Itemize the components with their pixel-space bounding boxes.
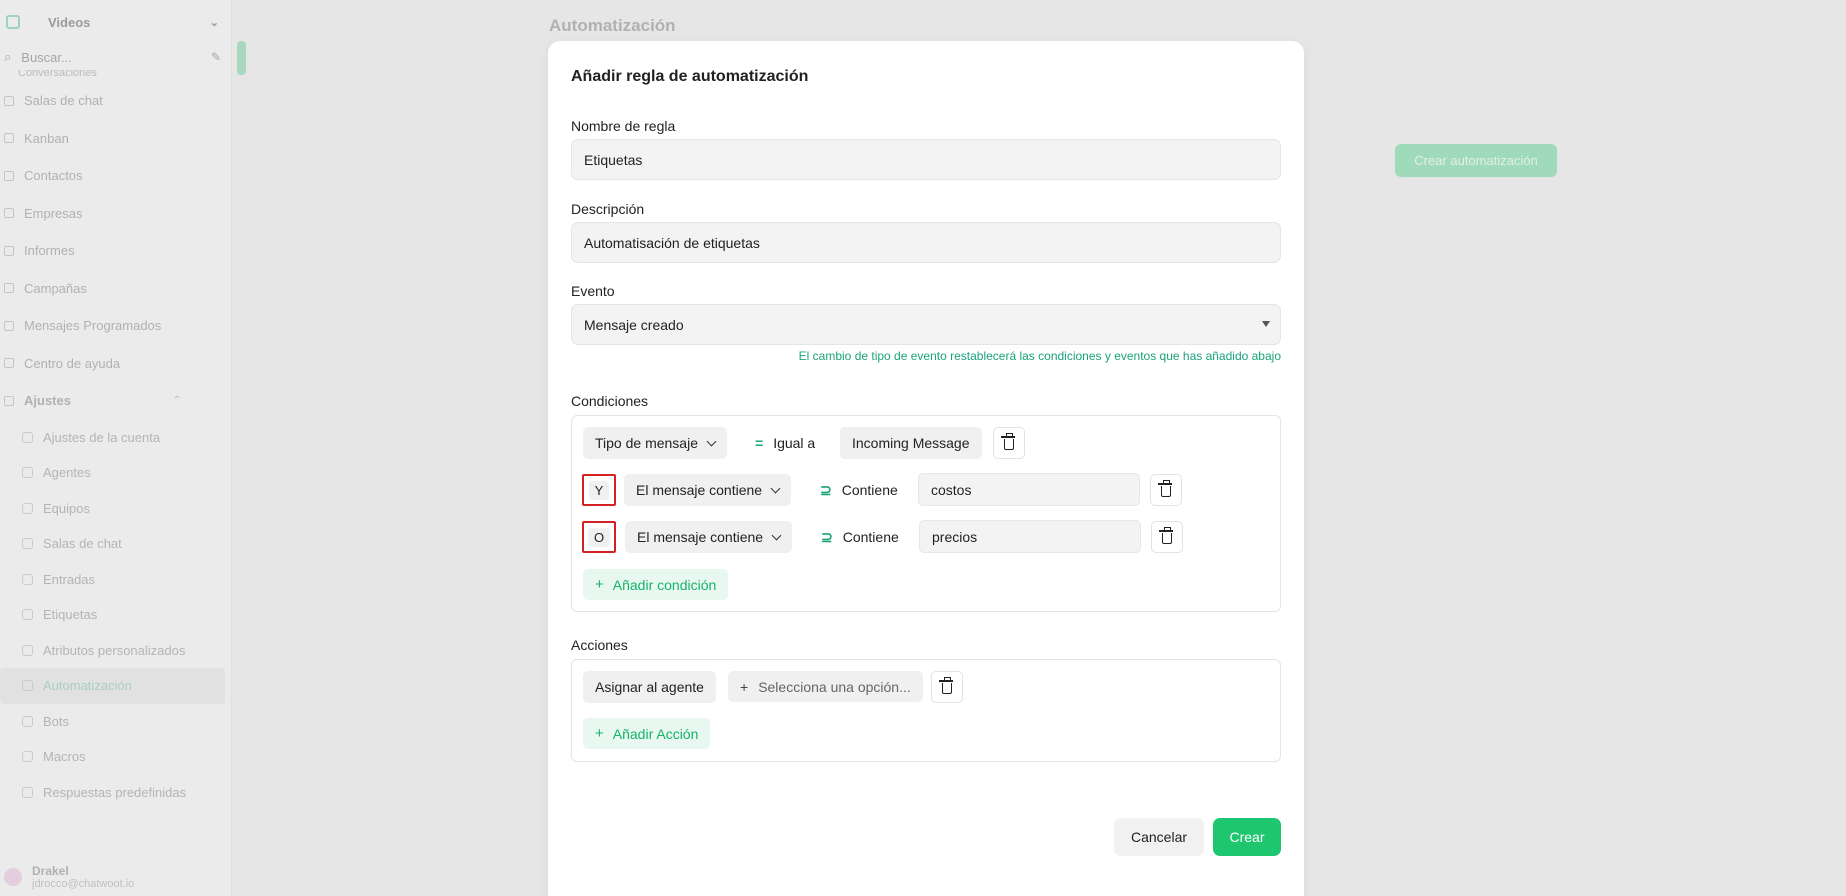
condition-operator-label: Contiene: [842, 529, 899, 545]
trash-icon: [939, 677, 953, 694]
plus-icon: +: [595, 725, 604, 742]
condition-field-select[interactable]: El mensaje contiene: [624, 474, 792, 506]
equals-icon: =: [755, 435, 764, 451]
trash-icon: [1159, 527, 1173, 544]
cancel-button[interactable]: Cancelar: [1114, 818, 1204, 856]
modal-title: Añadir regla de automatización: [571, 68, 809, 85]
condition-field-value: Tipo de mensaje: [595, 435, 698, 451]
conditions-label: Condiciones: [571, 393, 649, 409]
conditions-box: Tipo de mensaje = Igual a Incoming Messag…: [571, 415, 1281, 612]
event-select-value: Mensaje creado: [584, 316, 684, 333]
delete-condition-button[interactable]: [993, 427, 1025, 459]
condition-operator[interactable]: ⊇ Contiene: [821, 521, 899, 553]
rule-name-label: Nombre de regla: [571, 118, 676, 134]
delete-condition-button[interactable]: [1151, 521, 1183, 553]
chevron-down-icon: [771, 530, 782, 540]
logic-operator-value: O: [587, 527, 611, 547]
logic-operator-value: Y: [588, 480, 610, 500]
event-select[interactable]: Mensaje creado: [571, 304, 1281, 345]
plus-icon: +: [595, 576, 604, 593]
action-option-select[interactable]: + Selecciona una opción...: [728, 671, 923, 702]
actions-label: Acciones: [571, 637, 628, 653]
actions-box: Asignar al agente + Selecciona una opción…: [571, 659, 1281, 762]
condition-value-input[interactable]: costos: [918, 473, 1140, 506]
logic-operator-toggle[interactable]: Y: [582, 474, 616, 506]
condition-operator[interactable]: ⊇ Contiene: [820, 474, 898, 506]
add-condition-button[interactable]: + Añadir condición: [583, 569, 729, 600]
condition-operator-label: Contiene: [841, 482, 898, 498]
contains-icon: ⊇: [821, 528, 833, 545]
add-condition-label: Añadir condición: [612, 576, 717, 593]
plus-icon: +: [740, 678, 749, 695]
chevron-down-icon: [770, 483, 781, 493]
trash-icon: [1158, 480, 1172, 497]
delete-action-button[interactable]: [931, 671, 963, 703]
condition-field-value: El mensaje contiene: [637, 529, 764, 545]
create-button[interactable]: Crear: [1213, 818, 1281, 856]
add-automation-modal: Añadir regla de automatización Nombre de…: [548, 41, 1304, 896]
delete-condition-button[interactable]: [1150, 474, 1182, 506]
add-action-label: Añadir Acción: [612, 725, 699, 742]
condition-operator-label: Igual a: [773, 435, 816, 451]
condition-field-select[interactable]: El mensaje contiene: [625, 521, 793, 553]
add-action-button[interactable]: + Añadir Acción: [583, 718, 711, 749]
trash-icon: [1001, 433, 1015, 450]
condition-field-value: El mensaje contiene: [636, 482, 763, 498]
condition-field-select[interactable]: Tipo de mensaje: [583, 427, 727, 459]
condition-operator[interactable]: = Igual a: [755, 427, 815, 459]
event-label: Evento: [571, 283, 615, 299]
description-label: Descripción: [571, 201, 645, 217]
rule-name-input[interactable]: Etiquetas: [571, 139, 1281, 180]
description-input[interactable]: Automatisación de etiquetas: [571, 222, 1281, 263]
dropdown-arrow-icon: [1262, 321, 1270, 327]
contains-icon: ⊇: [820, 481, 832, 498]
chevron-down-icon: [706, 436, 717, 446]
action-type-select[interactable]: Asignar al agente: [583, 671, 716, 703]
event-hint: El cambio de tipo de evento restablecerá…: [798, 349, 1281, 363]
condition-value-input[interactable]: precios: [919, 520, 1141, 553]
action-option-placeholder: Selecciona una opción...: [758, 678, 911, 695]
logic-operator-toggle[interactable]: O: [582, 521, 616, 553]
condition-value-select[interactable]: Incoming Message: [840, 427, 982, 459]
